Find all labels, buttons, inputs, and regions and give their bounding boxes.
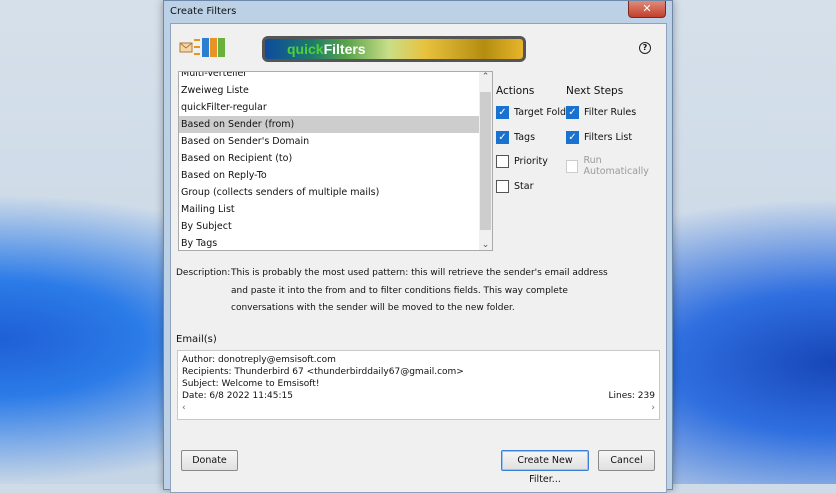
checkbox-label: Run Automatically [583,155,649,177]
email-author: Author: donotreply@emsisoft.com [182,355,336,365]
actions-checkbox-target-folder[interactable]: ✓ Target Folder [496,106,576,119]
checkbox-icon[interactable]: ✓ [566,131,579,144]
checkbox-label: Filters List [584,132,633,143]
scroll-thumb[interactable] [480,92,491,230]
dialog-client: quickFilters ? Multi-Verteiler Zweiweg Li… [170,23,667,493]
list-item[interactable]: Based on Sender (from) [179,116,480,133]
next_steps-checkbox-filter-rules[interactable]: ✓ Filter Rules [566,106,636,119]
list-item[interactable]: Group (collects senders of multiple mail… [179,184,480,201]
list-scrollbar[interactable]: ⌃ ⌄ [479,72,492,250]
checkbox-label: Filter Rules [584,107,637,118]
create-new-filter-button[interactable]: Create New Filter... [501,450,589,485]
actions-checkbox-priority[interactable]: Priority [496,155,548,168]
email-preview: Author: donotreply@emsisoft.com Recipien… [177,350,660,420]
list-item[interactable]: Based on Recipient (to) [179,150,480,167]
checkbox-label: Tags [514,132,536,143]
next_steps-checkbox-run-automatically: Run Automatically [566,155,666,177]
list-item[interactable]: Based on Sender's Domain [179,133,480,150]
checkbox-icon[interactable] [496,155,509,168]
email-recipients: Recipients: Thunderbird 67 <thunderbirdd… [182,367,464,377]
list-item[interactable]: quickFilter-regular [179,99,480,116]
quickfilters-banner: quickFilters [262,36,526,62]
cancel-button[interactable]: Cancel [598,450,655,471]
checkbox-label: Star [514,181,534,192]
scroll-down-icon[interactable]: ⌄ [479,240,492,250]
scroll-right-icon[interactable]: › [651,402,655,414]
scroll-up-icon[interactable]: ⌃ [479,72,492,82]
email-subject: Subject: Welcome to Emsisoft! [182,379,320,389]
checkbox-icon[interactable]: ✓ [566,106,579,119]
email-date: Date: 6/8 2022 11:45:15 [182,391,293,401]
next-steps-header: Next Steps [566,85,624,97]
scroll-left-icon[interactable]: ‹ [182,402,186,414]
list-item[interactable]: By Tags [179,235,480,250]
list-item[interactable]: Zweiweg Liste [179,82,480,99]
description-text: This is probably the most used pattern: … [231,268,608,313]
window-title: Create Filters [170,6,237,17]
checkbox-label: Priority [514,156,548,167]
actions-checkbox-star[interactable]: Star [496,180,533,193]
donate-button[interactable]: Donate [181,450,238,471]
list-item[interactable]: Mailing List [179,201,480,218]
horizontal-scrollbar[interactable]: ‹ › [182,402,655,414]
actions-checkbox-tags[interactable]: ✓ Tags [496,131,535,144]
actions-header: Actions [496,85,535,97]
description-label: Description: [176,268,231,278]
checkbox-icon[interactable]: ✓ [496,106,509,119]
checkbox-icon[interactable]: ✓ [496,131,509,144]
list-item[interactable]: By Subject [179,218,480,235]
close-button[interactable]: ✕ [628,1,666,18]
quickfilters-logo-icon [179,38,225,57]
email-lines: Lines: 239 [608,391,655,401]
emails-label: Email(s) [176,334,217,345]
template-list[interactable]: Multi-Verteiler Zweiweg Liste quickFilter-… [178,71,493,251]
list-item[interactable]: Multi-Verteiler [179,72,492,82]
checkbox-icon[interactable] [496,180,509,193]
list-item[interactable]: Based on Reply-To [179,167,480,184]
create-filters-dialog: Create Filters ✕ quickFilters ? Multi-Ve… [163,0,673,493]
help-icon[interactable]: ? [639,42,651,54]
checkbox-icon[interactable] [566,159,579,173]
next_steps-checkbox-filters-list[interactable]: ✓ Filters List [566,131,632,144]
